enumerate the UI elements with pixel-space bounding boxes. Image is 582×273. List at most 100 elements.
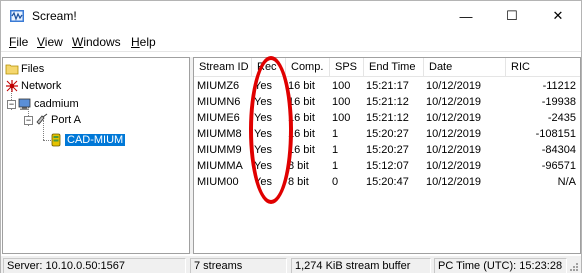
title-bar[interactable]: Scream! — ☐ ✕ [1, 1, 581, 31]
cell-end-time: 15:21:12 [366, 112, 409, 124]
app-window: Scream! — ☐ ✕ File View Windows Help Fil… [0, 0, 582, 273]
cell-comp: 8 bit [288, 176, 309, 188]
minimize-button[interactable]: — [443, 1, 489, 31]
cell-sps: 100 [332, 80, 351, 92]
cell-stream-id: MIUMN6 [197, 96, 241, 108]
cell-date: 10/12/2019 [426, 144, 482, 156]
cell-ric: -96571 [541, 160, 576, 172]
cell-end-time: 15:12:07 [366, 160, 409, 172]
cell-rec: Yes [254, 160, 272, 172]
cell-ric: -2435 [547, 112, 576, 124]
cell-rec: Yes [254, 112, 272, 124]
cell-ric: -108151 [535, 128, 576, 140]
cell-end-time: 15:20:47 [366, 176, 409, 188]
menu-help[interactable]: Help [131, 35, 156, 49]
tree-label-files: Files [21, 63, 45, 75]
cell-rec: Yes [254, 176, 272, 188]
cell-sps: 1 [332, 160, 339, 172]
column-header-ric[interactable]: RIC [506, 58, 580, 77]
cell-ric: -84304 [541, 144, 576, 156]
column-header-stream-id[interactable]: Stream ID [194, 58, 252, 77]
cell-sps: 1 [332, 144, 339, 156]
collapse-toggle-port-a[interactable]: − [24, 116, 33, 125]
tree-item-cadmium[interactable]: cadmium [18, 96, 79, 112]
cell-rec: Yes [254, 128, 272, 140]
table-row[interactable]: MIUME6 Yes 16 bit 100 15:21:12 10/12/2019 -243… [194, 110, 580, 126]
cell-comp: 16 bit [288, 144, 315, 156]
status-pc-time: PC Time (UTC): 15:23:28 [434, 258, 567, 273]
serial-port-icon [36, 113, 48, 125]
column-header-comp[interactable]: Comp. [286, 58, 330, 77]
cell-ric: N/A [557, 176, 576, 188]
source-tree[interactable]: Files Network − cadmium − Port A CAD-MIU… [2, 57, 190, 254]
cell-stream-id: MIUMM9 [197, 144, 242, 156]
column-header-date[interactable]: Date [424, 58, 506, 77]
network-icon [6, 80, 18, 92]
list-header: Stream ID Rec Comp. SPS End Time Date RI… [194, 58, 580, 77]
cell-date: 10/12/2019 [426, 160, 482, 172]
tree-item-files[interactable]: Files [5, 61, 44, 77]
tree-label-cad-mium: CAD-MIUM [65, 134, 126, 146]
table-row[interactable]: MIUM00 Yes 8 bit 0 15:20:47 10/12/2019 N/A [194, 174, 580, 190]
cell-end-time: 15:20:27 [366, 128, 409, 140]
cell-comp: 16 bit [288, 80, 315, 92]
status-bar: Server: 10.10.0.50:1567 7 streams 1,274 … [1, 256, 581, 273]
column-header-end-time[interactable]: End Time [364, 58, 424, 77]
computer-icon [18, 98, 31, 110]
cell-end-time: 15:21:17 [366, 80, 409, 92]
cell-rec: Yes [254, 96, 272, 108]
menu-windows[interactable]: Windows [72, 35, 121, 49]
column-header-rec[interactable]: Rec [252, 58, 286, 77]
menu-file[interactable]: File [9, 35, 28, 49]
tree-label-port-a: Port A [51, 114, 81, 126]
tree-item-port-a[interactable]: Port A [35, 112, 81, 128]
folder-icon [5, 64, 19, 75]
table-row[interactable]: MIUMM8 Yes 16 bit 1 15:20:27 10/12/2019 -10815… [194, 126, 580, 142]
cell-date: 10/12/2019 [426, 128, 482, 140]
cell-end-time: 15:20:27 [366, 144, 409, 156]
column-header-sps[interactable]: SPS [330, 58, 364, 77]
app-logo-icon [10, 10, 24, 22]
cell-end-time: 15:21:12 [366, 96, 409, 108]
menu-view[interactable]: View [37, 35, 63, 49]
cell-stream-id: MIUM00 [197, 176, 239, 188]
status-buffer: 1,274 KiB stream buffer [291, 258, 431, 273]
cell-comp: 8 bit [288, 160, 309, 172]
collapse-toggle-cadmium[interactable]: − [7, 100, 16, 109]
cell-stream-id: MIUMM8 [197, 128, 242, 140]
cell-rec: Yes [254, 144, 272, 156]
status-server: Server: 10.10.0.50:1567 [3, 258, 186, 273]
cell-stream-id: MIUMMA [197, 160, 243, 172]
table-row[interactable]: MIUMM9 Yes 16 bit 1 15:20:27 10/12/2019 -84304 [194, 142, 580, 158]
cell-date: 10/12/2019 [426, 112, 482, 124]
cell-ric: -19938 [541, 96, 576, 108]
maximize-button[interactable]: ☐ [489, 1, 535, 31]
tree-item-network[interactable]: Network [5, 78, 61, 94]
cell-sps: 0 [332, 176, 339, 188]
cell-ric: -11212 [542, 80, 576, 92]
menu-bar: File View Windows Help [1, 32, 581, 52]
table-row[interactable]: MIUMMA Yes 8 bit 1 15:12:07 10/12/2019 -96571 [194, 158, 580, 174]
digitiser-icon [51, 133, 61, 147]
resize-grip-icon[interactable] [569, 262, 579, 272]
cell-date: 10/12/2019 [426, 176, 482, 188]
close-button[interactable]: ✕ [535, 1, 581, 31]
cell-comp: 16 bit [288, 96, 315, 108]
cell-date: 10/12/2019 [426, 80, 482, 92]
cell-stream-id: MIUMZ6 [197, 80, 240, 92]
stream-list[interactable]: Stream ID Rec Comp. SPS End Time Date RI… [193, 57, 581, 254]
cell-comp: 16 bit [288, 128, 315, 140]
status-stream-count: 7 streams [190, 258, 287, 273]
cell-stream-id: MIUME6 [197, 112, 240, 124]
table-row[interactable]: MIUMN6 Yes 16 bit 100 15:21:12 10/12/2019 -199… [194, 94, 580, 110]
tree-label-network: Network [21, 80, 62, 92]
cell-comp: 16 bit [288, 112, 315, 124]
table-row[interactable]: MIUMZ6 Yes 16 bit 100 15:21:17 10/12/2019 -112… [194, 78, 580, 94]
cell-sps: 100 [332, 112, 351, 124]
tree-item-cad-mium[interactable]: CAD-MIUM [49, 132, 126, 148]
cell-date: 10/12/2019 [426, 96, 482, 108]
cell-sps: 1 [332, 128, 339, 140]
window-title: Scream! [32, 9, 77, 23]
cell-rec: Yes [254, 80, 272, 92]
tree-label-cadmium: cadmium [34, 98, 79, 110]
